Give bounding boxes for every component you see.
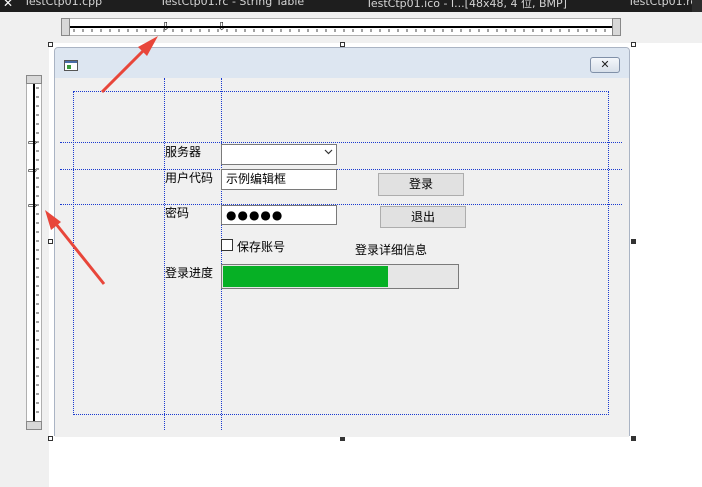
resize-handle[interactable] — [48, 42, 53, 47]
chevron-down-icon[interactable] — [324, 147, 333, 156]
horizontal-guide-line — [60, 204, 622, 205]
tab-testctp01-rc[interactable]: TestCtp01.rc — [628, 0, 696, 8]
progress-fill — [223, 266, 388, 287]
tab-close-icon[interactable]: ✕ — [3, 0, 13, 10]
guide-marker-icon[interactable]: ⇩ — [217, 21, 226, 32]
save-account-label: 保存账号 — [237, 240, 286, 254]
login-progress-bar — [221, 264, 459, 289]
exit-button[interactable]: 退出 — [380, 206, 466, 228]
password-input[interactable]: ●●●●● — [221, 205, 337, 225]
horizontal-ruler[interactable]: ⇩ ⇩ — [61, 18, 621, 36]
resize-handle[interactable] — [631, 436, 636, 441]
vertical-guide-line — [164, 78, 165, 430]
tab-string-table[interactable]: TestCtp01.rc - String Table — [160, 0, 304, 8]
server-combobox[interactable] — [221, 144, 337, 165]
guide-marker-icon[interactable]: ⇨ — [28, 165, 37, 176]
progress-label: 登录进度 — [165, 266, 214, 280]
tab-testctp01-cpp[interactable]: TestCtp01.cpp — [24, 0, 102, 8]
dialog-app-icon — [64, 60, 78, 71]
resize-handle[interactable] — [48, 436, 53, 441]
horizontal-guide-line — [60, 142, 622, 143]
save-account-checkbox[interactable] — [221, 239, 233, 251]
server-label: 服务器 — [165, 145, 202, 159]
dialog-title-bar[interactable]: ✕ — [55, 48, 629, 78]
guide-marker-icon[interactable]: ⇩ — [161, 21, 170, 32]
vertical-guide-line — [221, 78, 222, 430]
guide-marker-icon[interactable]: ⇨ — [28, 137, 37, 148]
resize-handle[interactable] — [631, 239, 636, 244]
tab-icon-editor[interactable]: TestCtp01.ico - I...[48x48, 4 位, BMP] — [366, 0, 567, 11]
password-label: 密码 — [165, 206, 190, 220]
usercode-input[interactable]: 示例编辑框 — [221, 169, 337, 190]
login-button[interactable]: 登录 — [378, 173, 464, 196]
resize-handle[interactable] — [631, 42, 636, 47]
document-tab-bar: ✕ TestCtp01.cpp TestCtp01.rc - String Ta… — [0, 0, 702, 12]
guide-marker-icon[interactable]: ⇨ — [28, 200, 37, 211]
login-detail-label: 登录详细信息 — [355, 243, 428, 257]
tab-scroll-area — [692, 0, 702, 12]
vertical-ruler[interactable]: ⇨ ⇨ ⇨ — [26, 75, 42, 430]
resize-handle[interactable] — [48, 239, 53, 244]
ruler-ticks — [36, 87, 39, 413]
horizontal-guide-line — [60, 169, 622, 170]
ruler-ticks — [73, 29, 606, 32]
margin-guide-box — [73, 91, 609, 415]
dialog-close-button[interactable]: ✕ — [590, 57, 620, 73]
usercode-label: 用户代码 — [165, 171, 214, 185]
